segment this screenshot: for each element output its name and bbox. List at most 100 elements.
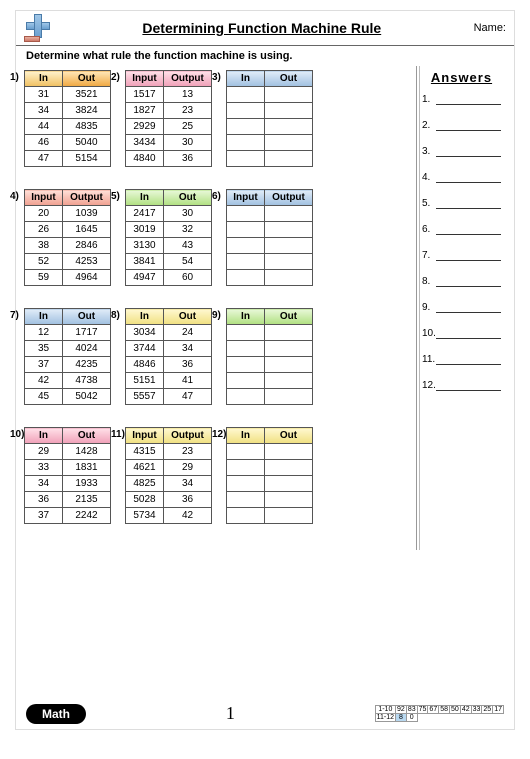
cell-out: 60: [164, 270, 212, 286]
cell-out: 23: [164, 444, 212, 460]
table-row: [227, 87, 313, 103]
answer-blank[interactable]: [436, 301, 501, 313]
cell-out: [265, 476, 313, 492]
cell-out: 3824: [63, 103, 111, 119]
table-block: 11)InputOutput43152346212948253450283657…: [125, 427, 212, 524]
cell-out: [265, 460, 313, 476]
answer-blank[interactable]: [436, 379, 501, 391]
table-row: 343824: [25, 103, 111, 119]
table-block: 3)InOut: [226, 70, 313, 167]
table-row: 494760: [126, 270, 212, 286]
function-table: InOut121717354024374235424738455042: [24, 308, 111, 405]
function-table: InOut291428331831341933362135372242: [24, 427, 111, 524]
col-header-in: Input: [25, 190, 63, 206]
score-label: 1-10: [375, 706, 395, 714]
cell-out: 32: [164, 222, 212, 238]
cell-in: 3130: [126, 238, 164, 254]
score-cell: 58: [439, 706, 450, 714]
cell-in: 38: [25, 238, 63, 254]
table-row: 301932: [126, 222, 212, 238]
cell-out: [265, 238, 313, 254]
function-table: InOut313521343824444835465040475154: [24, 70, 111, 167]
col-header-out: Out: [164, 309, 212, 325]
table-row: 331831: [25, 460, 111, 476]
header: Determining Function Machine Rule Name:: [16, 11, 514, 46]
cell-in: [227, 357, 265, 373]
cell-out: 5042: [63, 389, 111, 405]
cell-in: 4840: [126, 151, 164, 167]
cell-in: [227, 87, 265, 103]
score-cell: 25: [482, 706, 493, 714]
answer-blank[interactable]: [436, 119, 501, 131]
cell-in: [227, 341, 265, 357]
table-row: 515141: [126, 373, 212, 389]
table-row: 475154: [25, 151, 111, 167]
table-row: 372242: [25, 508, 111, 524]
answer-blank[interactable]: [436, 223, 501, 235]
table-row: 341933: [25, 476, 111, 492]
table-number: 11): [111, 429, 125, 440]
table-number: 1): [10, 72, 19, 83]
answer-line: 11.: [422, 353, 501, 365]
answer-blank[interactable]: [436, 145, 501, 157]
cell-in: [227, 373, 265, 389]
col-header-out: Out: [164, 190, 212, 206]
col-header-in: In: [25, 428, 63, 444]
table-row: 462129: [126, 460, 212, 476]
table-row: 431523: [126, 444, 212, 460]
answer-blank[interactable]: [436, 327, 501, 339]
answer-blank[interactable]: [436, 275, 501, 287]
table-row: 465040: [25, 135, 111, 151]
cell-in: 1517: [126, 87, 164, 103]
name-label: Name:: [474, 22, 506, 34]
answer-blank[interactable]: [436, 353, 501, 365]
answer-number: 1.: [422, 94, 436, 105]
cell-out: 34: [164, 476, 212, 492]
cell-out: [265, 103, 313, 119]
cell-out: [265, 341, 313, 357]
cell-in: [227, 206, 265, 222]
cell-in: [227, 151, 265, 167]
cell-out: [265, 254, 313, 270]
table-row: 343430: [126, 135, 212, 151]
cell-out: [265, 444, 313, 460]
cell-out: [265, 389, 313, 405]
table-block: 5)InOut241730301932313043384154494760: [125, 189, 212, 286]
answer-blank[interactable]: [436, 171, 501, 183]
cell-out: 2242: [63, 508, 111, 524]
score-cell: 0: [406, 714, 417, 722]
table-number: 8): [111, 310, 120, 321]
answer-blank[interactable]: [436, 197, 501, 209]
table-row: 362135: [25, 492, 111, 508]
answer-line: 10.: [422, 327, 501, 339]
cell-out: 1039: [63, 206, 111, 222]
answer-blank[interactable]: [436, 249, 501, 261]
table-block: 1)InOut313521343824444835465040475154: [24, 70, 111, 167]
cell-in: 37: [25, 508, 63, 524]
cell-in: 36: [25, 492, 63, 508]
cell-in: 31: [25, 87, 63, 103]
cell-out: 43: [164, 238, 212, 254]
col-header-out: Output: [265, 190, 313, 206]
cell-out: [265, 325, 313, 341]
cell-out: [265, 119, 313, 135]
table-row: 484036: [126, 151, 212, 167]
cell-out: 34: [164, 341, 212, 357]
score-label: 11-12: [375, 714, 395, 722]
instruction: Determine what rule the function machine…: [16, 46, 514, 66]
function-table: InOut241730301932313043384154494760: [125, 189, 212, 286]
answer-blank[interactable]: [436, 93, 501, 105]
cell-out: 4253: [63, 254, 111, 270]
col-header-in: Input: [126, 71, 164, 87]
cell-in: [227, 222, 265, 238]
cell-in: [227, 254, 265, 270]
cell-out: [265, 373, 313, 389]
answers-heading: Answers: [422, 70, 501, 85]
table-row: 201039: [25, 206, 111, 222]
cell-out: 36: [164, 357, 212, 373]
col-header-in: In: [25, 71, 63, 87]
cell-out: 4738: [63, 373, 111, 389]
table-row: [227, 135, 313, 151]
function-table: InputOutput20103926164538284652425359496…: [24, 189, 111, 286]
score-cell: 92: [396, 706, 407, 714]
